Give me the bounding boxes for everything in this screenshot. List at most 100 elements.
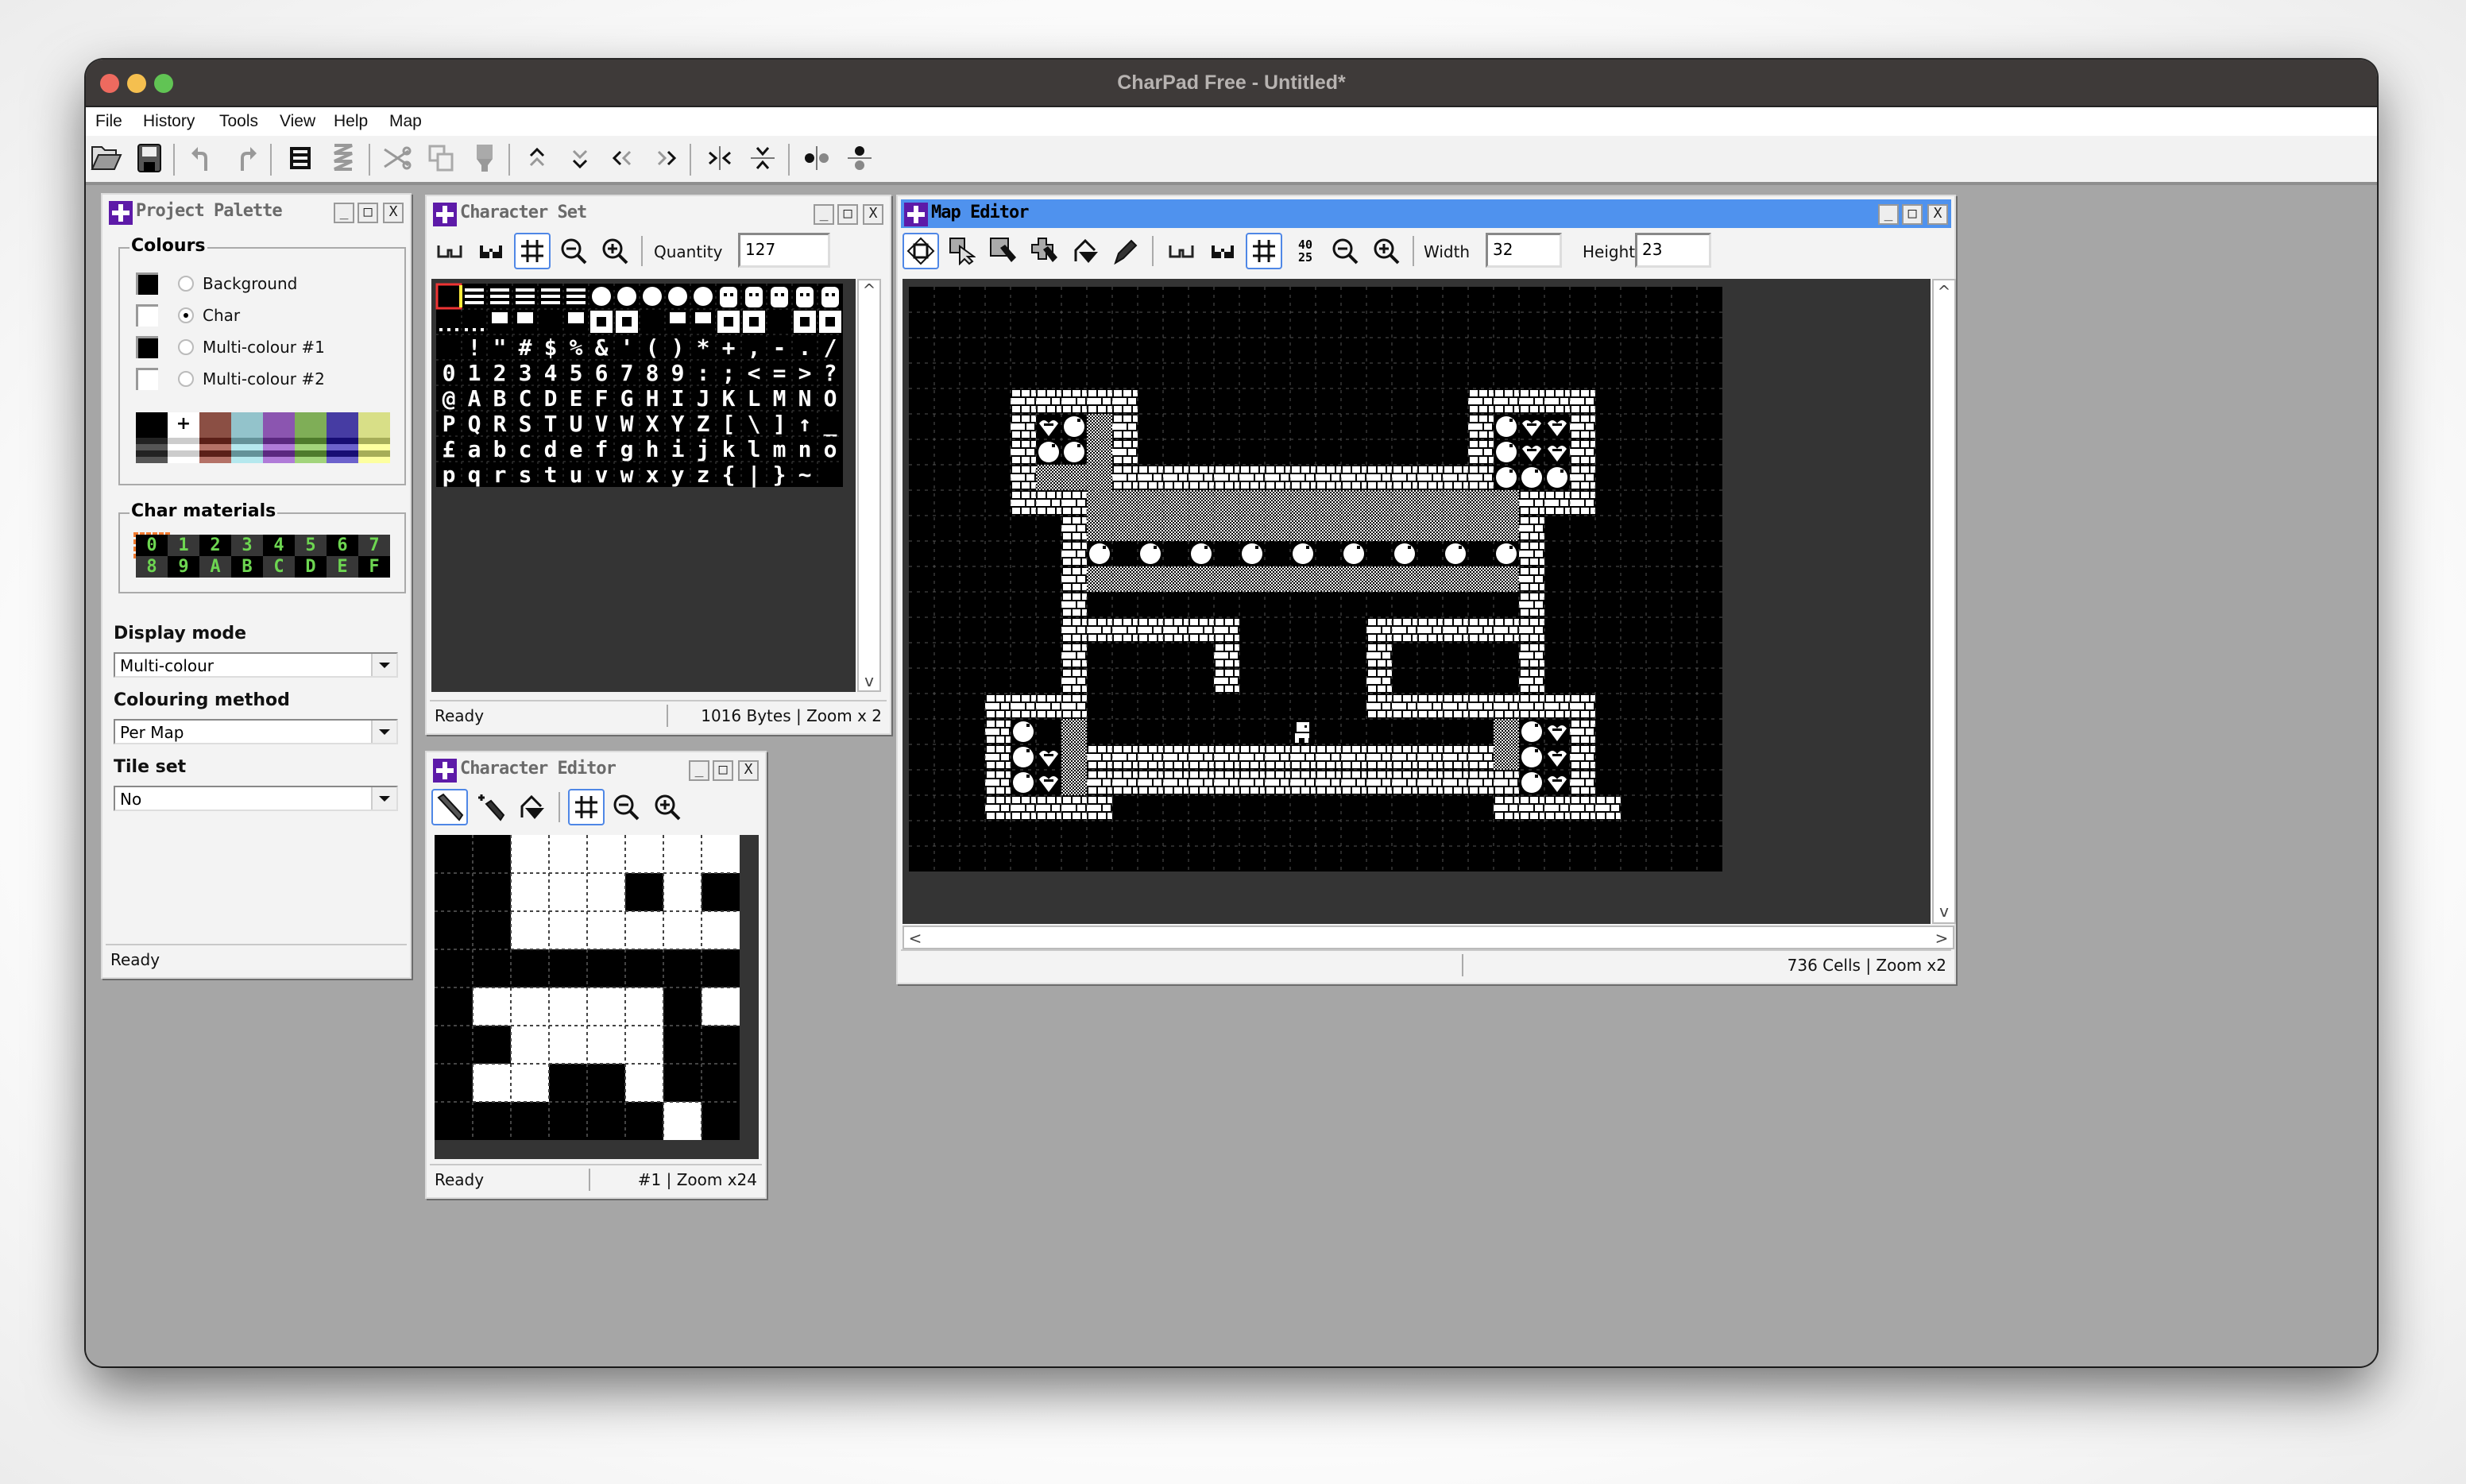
open-button[interactable]	[89, 141, 124, 176]
maximize-button[interactable]: □	[713, 760, 733, 781]
close-button[interactable]: X	[738, 760, 759, 781]
scroll-up-button[interactable]: ^	[859, 280, 879, 300]
multicolour1-radio[interactable]	[178, 339, 194, 355]
map-height-input[interactable]: 23	[1635, 233, 1711, 268]
material-5[interactable]: 5	[295, 535, 327, 556]
character-set-titlebar[interactable]: Character Set _ □ X	[430, 199, 887, 228]
zoom-in-button[interactable]	[597, 233, 633, 269]
character-set-canvas[interactable]: ! " # $% & ' () * +, -. / 0 1 2 3 4 5 6 7 8 9:; < = >? @ A B C D E F G H…	[431, 279, 856, 692]
map-tile-grid[interactable]	[903, 279, 1931, 924]
paste-button[interactable]	[467, 141, 502, 176]
background-swatch[interactable]	[136, 272, 158, 295]
grid-toggle-button[interactable]	[568, 789, 605, 825]
map-canvas[interactable]	[903, 279, 1931, 924]
scroll-right-button[interactable]: >	[1932, 929, 1951, 948]
minimize-button[interactable]: _	[1878, 204, 1899, 225]
map-width-input[interactable]: 32	[1486, 233, 1562, 268]
eyedropper-tool-button[interactable]	[1107, 233, 1144, 269]
material-3[interactable]: 3	[231, 535, 263, 556]
fill-button[interactable]	[514, 789, 551, 825]
maximize-button[interactable]: □	[837, 204, 858, 225]
material-E[interactable]: E	[327, 556, 358, 578]
chevron-down-icon[interactable]	[371, 721, 396, 743]
tile-set-select[interactable]: No	[114, 786, 398, 811]
mirror-horizontal-button[interactable]	[799, 141, 834, 176]
chevron-down-icon[interactable]	[371, 654, 396, 676]
palette-colour[interactable]	[231, 412, 263, 463]
character-editor-canvas[interactable]	[435, 835, 759, 1159]
background-radio[interactable]	[178, 276, 194, 292]
compress-button[interactable]	[283, 141, 318, 176]
menu-history[interactable]: History	[143, 112, 195, 131]
material-1[interactable]: 1	[168, 535, 199, 556]
cut-button[interactable]	[380, 141, 415, 176]
material-7[interactable]: 7	[358, 535, 390, 556]
material-8[interactable]: 8	[136, 556, 168, 578]
flip-vertical-button[interactable]	[745, 141, 780, 176]
view-mode-filled-button[interactable]	[473, 233, 509, 269]
menu-tools[interactable]: Tools	[219, 112, 258, 131]
save-button[interactable]	[132, 141, 167, 176]
move-tool-button[interactable]	[903, 233, 939, 269]
shift-right-button[interactable]	[648, 141, 683, 176]
palette-colour[interactable]	[358, 412, 390, 463]
mirror-vertical-button[interactable]	[842, 141, 877, 176]
material-D[interactable]: D	[295, 556, 327, 578]
character-set-vertical-scrollbar[interactable]: ^ v	[857, 279, 881, 692]
map-editor-titlebar[interactable]: Map Editor _ □ X	[901, 199, 1951, 228]
close-button[interactable]: X	[383, 203, 404, 223]
character-pixel-grid[interactable]	[435, 835, 759, 1159]
material-B[interactable]: B	[231, 556, 263, 578]
shift-left-button[interactable]	[605, 141, 640, 176]
palette-colour[interactable]	[136, 412, 168, 463]
multicolour2-swatch[interactable]	[136, 368, 158, 390]
material-4[interactable]: 4	[263, 535, 295, 556]
view-mode-button[interactable]	[431, 233, 468, 269]
scroll-down-button[interactable]: v	[859, 671, 879, 690]
zoom-out-button[interactable]	[555, 233, 592, 269]
scroll-up-button[interactable]: ^	[1934, 282, 1954, 301]
undo-button[interactable]	[184, 141, 219, 176]
map-vertical-scrollbar[interactable]: ^ v	[1932, 279, 1956, 924]
quantity-input[interactable]: 127	[738, 233, 830, 268]
menu-view[interactable]: View	[280, 112, 315, 131]
chevron-down-icon[interactable]	[371, 787, 396, 810]
material-9[interactable]: 9	[168, 556, 199, 578]
maximize-button[interactable]: □	[1902, 204, 1923, 225]
char-swatch[interactable]	[136, 304, 158, 327]
menu-file[interactable]: File	[95, 112, 122, 131]
zoom-in-button[interactable]	[1368, 233, 1405, 269]
shift-up-button[interactable]	[520, 141, 555, 176]
palette-colour[interactable]: +	[168, 412, 199, 463]
material-0[interactable]: 0	[133, 532, 170, 558]
select-tool-button[interactable]	[944, 233, 980, 269]
scroll-left-button[interactable]: <	[906, 929, 925, 948]
palette-colour[interactable]	[327, 412, 358, 463]
maximize-button[interactable]: □	[358, 203, 378, 223]
palette-colour[interactable]	[263, 412, 295, 463]
minimize-button[interactable]: _	[689, 760, 709, 781]
character-set-grid[interactable]: ! " # $% & ' () * +, -. / 0 1 2 3 4 5 6 7 8 9:; < = > ? @ A B C D E F G H…	[431, 279, 856, 692]
scroll-down-button[interactable]: v	[1934, 902, 1954, 921]
view-mode-button[interactable]	[1163, 233, 1200, 269]
colouring-method-select[interactable]: Per Map	[114, 719, 398, 744]
display-mode-select[interactable]: Multi-colour	[114, 652, 398, 678]
material-C[interactable]: C	[263, 556, 295, 578]
screen-size-button[interactable]: 40 25	[1287, 233, 1324, 269]
pencil-button[interactable]	[431, 789, 468, 825]
char-radio[interactable]	[178, 307, 194, 323]
project-palette-titlebar[interactable]: Project Palette _ □ X	[106, 198, 407, 226]
multicolour1-swatch[interactable]	[136, 336, 158, 358]
redo-button[interactable]	[229, 141, 264, 176]
menu-map[interactable]: Map	[389, 112, 422, 131]
character-editor-titlebar[interactable]: Character Editor _ □ X	[430, 756, 762, 784]
zoom-out-button[interactable]	[608, 789, 644, 825]
add-pencil-button[interactable]	[473, 789, 509, 825]
material-F[interactable]: F	[358, 556, 390, 578]
multi-stamp-tool-button[interactable]	[1026, 233, 1063, 269]
multicolour2-radio[interactable]	[178, 371, 194, 387]
shift-down-button[interactable]	[562, 141, 597, 176]
menu-help[interactable]: Help	[334, 112, 368, 131]
close-button[interactable]: X	[863, 204, 883, 225]
map-horizontal-scrollbar[interactable]: < >	[903, 926, 1954, 949]
